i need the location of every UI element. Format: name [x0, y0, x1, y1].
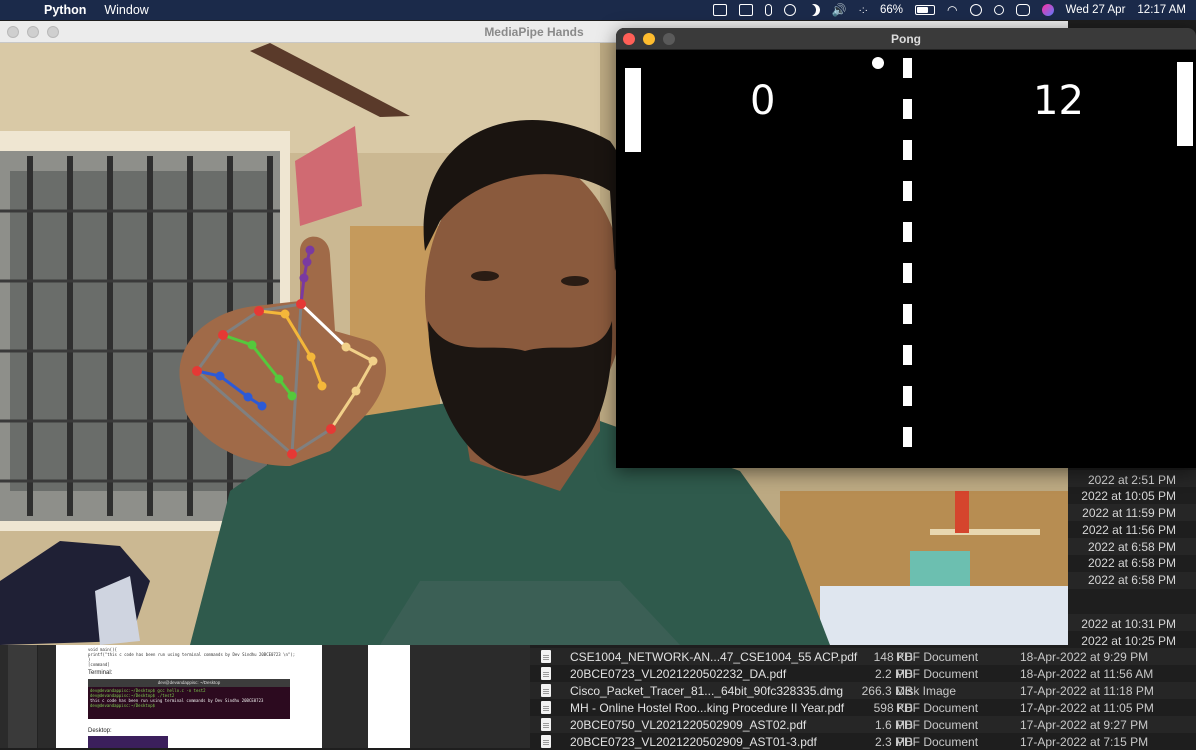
- left-paddle: [625, 68, 641, 152]
- document-page[interactable]: void main(){ printf("this c code has bee…: [56, 645, 322, 748]
- play-circle-icon[interactable]: [783, 4, 796, 16]
- ball: [872, 57, 884, 69]
- code-line: printf("this c code has been run using t…: [88, 652, 296, 657]
- terminal-title: dev@devandappisc: ~/Desktop: [88, 679, 290, 687]
- battery-icon[interactable]: [915, 5, 936, 15]
- document-page[interactable]: [368, 645, 410, 748]
- pdf-file-icon: [541, 667, 551, 680]
- finder-date: 2022 at 6:58 PM: [1087, 556, 1176, 570]
- pdf-file-icon: [541, 650, 551, 663]
- center-line-dash: [903, 386, 912, 406]
- dots-icon[interactable]: ·:·: [859, 5, 868, 16]
- disk-image-icon: [541, 684, 551, 697]
- center-line-dash: [903, 427, 912, 447]
- file-name: Cisco_Packet_Tracer_81..._64bit_90fc3283…: [570, 683, 844, 698]
- terminal-screenshot: dev@devandappisc: ~/Desktop dev@devandap…: [88, 679, 290, 719]
- file-name: 20BCE0723_VL2021220502232_DA.pdf: [570, 666, 787, 681]
- file-date: 18-Apr-2022 at 9:29 PM: [1020, 649, 1149, 664]
- file-name: 20BCE0723_VL2021220502909_AST01-3.pdf: [570, 734, 817, 749]
- siri-icon[interactable]: [1041, 4, 1054, 16]
- battery-level-fill: [917, 7, 929, 13]
- right-score: 12: [1033, 78, 1084, 124]
- code-line: [command]: [88, 662, 110, 667]
- terminal-line: dev@devandappisc:~/Desktop$: [90, 703, 156, 708]
- status-area: 🔊 ·:· 66% ◠ Wed 27 Apr 12:17 AM: [712, 0, 1186, 20]
- desktop-screenshot: [88, 736, 168, 748]
- center-line-dash: [903, 304, 912, 324]
- left-score: 0: [750, 78, 776, 124]
- finder-date: 2022 at 11:56 PM: [1082, 523, 1176, 537]
- document-preview-area: void main(){ printf("this c code has bee…: [0, 645, 530, 748]
- file-row[interactable]: MH - Online Hostel Roo...king Procedure …: [530, 699, 1196, 716]
- paperclip-icon[interactable]: [764, 4, 772, 16]
- time-label[interactable]: 12:17 AM: [1137, 4, 1186, 16]
- finder-date: 2022 at 11:59 PM: [1082, 506, 1176, 520]
- wifi-icon[interactable]: ◠: [947, 3, 957, 17]
- search-icon[interactable]: [993, 5, 1004, 15]
- battery-percent: 66%: [880, 4, 904, 16]
- control-center-icon[interactable]: [1015, 4, 1030, 16]
- moon-icon[interactable]: [808, 4, 820, 16]
- center-line-dash: [903, 181, 912, 201]
- window-stack-icon[interactable]: [712, 4, 727, 16]
- pong-game-field[interactable]: 0 12: [616, 50, 1196, 468]
- finder-date: 2022 at 10:31 PM: [1081, 617, 1176, 631]
- user-icon[interactable]: [969, 4, 982, 16]
- finder-date: 2022 at 10:05 PM: [1081, 489, 1176, 503]
- file-date: 17-Apr-2022 at 9:27 PM: [1020, 717, 1149, 732]
- page-stack: [8, 645, 38, 748]
- file-row[interactable]: 20BCE0723_VL2021220502909_AST01-3.pdf 2.…: [530, 733, 1196, 750]
- pong-window: Pong 0 12: [616, 28, 1196, 468]
- file-row[interactable]: 20BCE0750_VL2021220502909_AST02.pdf 1.6 …: [530, 716, 1196, 733]
- pdf-file-icon: [541, 701, 551, 714]
- file-date: 17-Apr-2022 at 11:05 PM: [1020, 700, 1154, 715]
- center-line-dash: [903, 263, 912, 283]
- file-row[interactable]: 20BCE0723_VL2021220502232_DA.pdf 2.2 MB …: [530, 665, 1196, 682]
- date-label[interactable]: Wed 27 Apr: [1066, 4, 1126, 16]
- file-name: CSE1004_NETWORK-AN...47_CSE1004_55 ACP.p…: [570, 649, 858, 664]
- center-line-dash: [903, 58, 912, 78]
- file-row[interactable]: Cisco_Packet_Tracer_81..._64bit_90fc3283…: [530, 682, 1196, 699]
- pong-titlebar[interactable]: Pong: [616, 28, 1196, 50]
- center-line-dash: [903, 99, 912, 119]
- file-name: 20BCE0750_VL2021220502909_AST02.pdf: [570, 717, 807, 732]
- menu-bar: Python Window 🔊 ·:· 66% ◠ Wed 27 Apr 12:…: [0, 0, 1196, 20]
- file-kind: Disk Image: [896, 683, 957, 698]
- file-kind: PDF Document: [896, 649, 979, 664]
- file-kind: PDF Document: [896, 700, 979, 715]
- right-paddle: [1177, 62, 1193, 146]
- file-date: 17-Apr-2022 at 7:15 PM: [1020, 734, 1149, 749]
- file-date: 17-Apr-2022 at 11:18 PM: [1020, 683, 1154, 698]
- code-snippet: void main(){ printf("this c code has bee…: [88, 647, 318, 669]
- file-date: 18-Apr-2022 at 11:56 AM: [1020, 666, 1154, 681]
- menu-item-window[interactable]: Window: [104, 3, 148, 17]
- pdf-file-icon: [541, 718, 551, 731]
- pong-window-title: Pong: [891, 32, 921, 46]
- center-line-dash: [903, 345, 912, 365]
- volume-icon[interactable]: 🔊: [832, 3, 847, 17]
- file-name: MH - Online Hostel Roo...king Procedure …: [570, 700, 845, 715]
- menu-app-name[interactable]: Python: [44, 3, 86, 17]
- file-kind: PDF Document: [896, 717, 979, 732]
- desktop-label: Desktop:: [88, 728, 112, 734]
- finder-date: 2022 at 6:58 PM: [1087, 573, 1176, 587]
- screen-mirror-icon[interactable]: [738, 4, 753, 16]
- center-line-dash: [903, 140, 912, 160]
- file-kind: PDF Document: [896, 666, 979, 681]
- file-row[interactable]: CSE1004_NETWORK-AN...47_CSE1004_55 ACP.p…: [530, 648, 1196, 665]
- pdf-file-icon: [541, 735, 551, 748]
- center-line-dash: [903, 222, 912, 242]
- finder-file-list: CSE1004_NETWORK-AN...47_CSE1004_55 ACP.p…: [530, 645, 1196, 750]
- terminal-label: Terminal:: [88, 670, 113, 676]
- file-kind: PDF Document: [896, 734, 979, 749]
- finder-date: 2022 at 6:58 PM: [1087, 540, 1176, 554]
- finder-date: 2022 at 2:51 PM: [1087, 473, 1176, 487]
